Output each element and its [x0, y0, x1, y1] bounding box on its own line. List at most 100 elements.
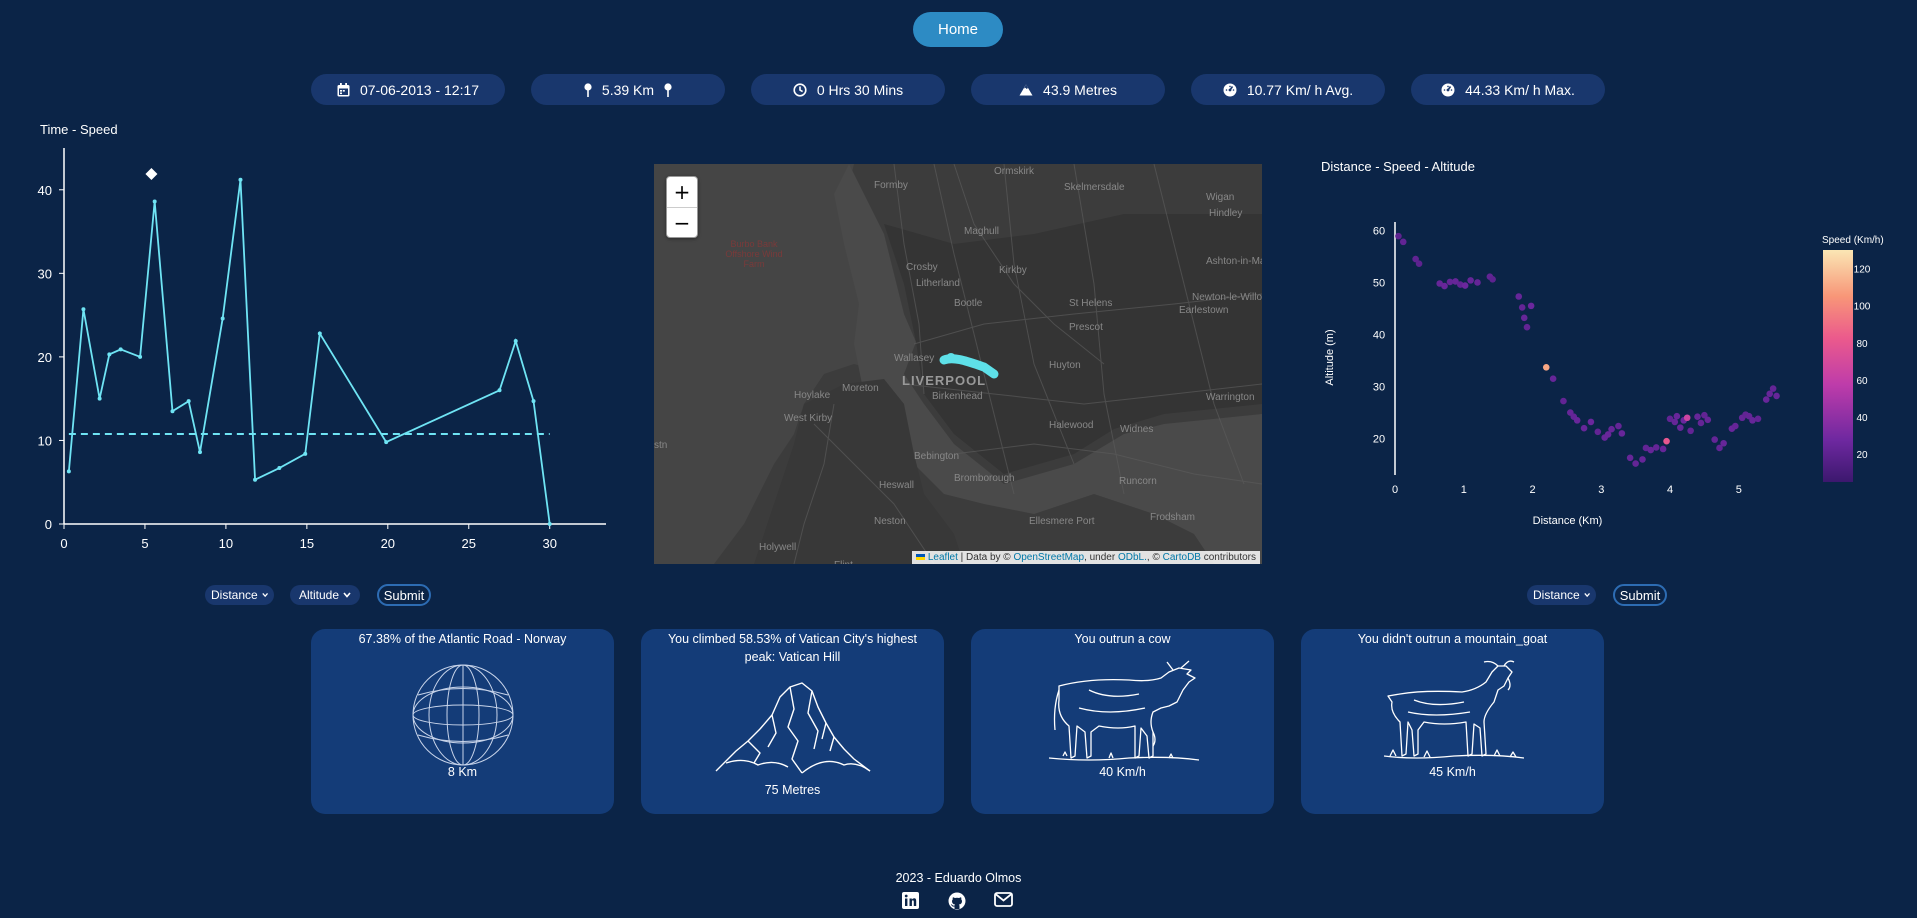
scatter-point	[1762, 396, 1770, 403]
scatter-point	[1652, 444, 1660, 451]
map-place-label: St Helens	[1069, 298, 1113, 309]
scatter-point	[1395, 232, 1402, 240]
github-link[interactable]	[948, 892, 966, 910]
chevron-down-icon	[261, 593, 268, 598]
avg-speed-value: 10.77 Km/ h Avg.	[1246, 81, 1354, 98]
scatter-point	[1608, 425, 1615, 433]
left-submit-button[interactable]: Submit	[377, 584, 431, 606]
linkedin-link[interactable]	[902, 892, 919, 909]
x-tick-label: 15	[300, 536, 314, 551]
zoom-control: + −	[666, 176, 698, 238]
x-tick-label: 3	[1598, 484, 1604, 496]
gauge-icon	[1441, 83, 1455, 96]
map-place-label: stn	[654, 440, 668, 451]
map-place-label: Bebington	[914, 451, 960, 462]
map-place-label: Birkenhead	[932, 391, 983, 402]
speed-line	[67, 179, 551, 525]
speed-point	[531, 399, 536, 404]
footer-text: 2023 - Eduardo Olmos	[895, 871, 1022, 885]
gauge-icon	[1223, 83, 1237, 96]
scatter-point	[1523, 323, 1531, 331]
route-map[interactable]: Ormskirk Formby Skelmersdale Wigan Hindley Ma…	[654, 164, 1262, 564]
map-place-label: Ellesmere Port	[1029, 516, 1095, 527]
attrib-sep: , ©	[1146, 552, 1160, 563]
scatter-point	[1489, 276, 1496, 283]
home-button[interactable]: Home	[913, 12, 1003, 47]
openstreetmap-link[interactable]: OpenStreetMap	[1013, 552, 1084, 563]
card-value: 8 Km	[447, 765, 478, 779]
map-place-label: Holywell	[759, 542, 797, 553]
colorbar	[1823, 250, 1853, 482]
y-axis-select[interactable]: Altitude	[290, 585, 360, 605]
scatter-select[interactable]: Distance	[1527, 585, 1596, 605]
scatter-point	[1515, 293, 1523, 300]
chevron-down-icon	[1583, 593, 1590, 598]
attrib-data-by: | Data by ©	[960, 552, 1011, 563]
speed-point	[513, 339, 518, 344]
speed-point	[220, 316, 225, 321]
map-place-label: Kirkby	[999, 265, 1027, 276]
duration-stat: 0 Hrs 30 Mins	[751, 74, 945, 105]
github-icon	[948, 892, 966, 910]
card-value: 45 Km/h	[1429, 765, 1476, 779]
x-tick-label: 0	[1392, 484, 1398, 496]
attrib-under: , under	[1084, 552, 1116, 563]
cartodb-link[interactable]: CartoDB	[1163, 552, 1201, 563]
y-tick-label: 0	[45, 517, 52, 532]
scatter-point	[1474, 279, 1481, 286]
y-axis-label: Altitude (m)	[1324, 329, 1336, 385]
cow-illustration-icon	[1049, 660, 1199, 761]
map-place-label: Burbo Bank Offshore Wind Farm	[725, 239, 783, 269]
speed-point	[186, 399, 191, 404]
speed-point	[238, 177, 243, 182]
scatter-point	[1694, 413, 1701, 421]
elevation-stat: 43.9 Metres	[971, 74, 1165, 105]
scatter-point	[1415, 260, 1423, 268]
map-place-label: Ormskirk	[994, 166, 1034, 177]
colorbar-tick-label: 20	[1856, 450, 1868, 461]
scatter-point	[1542, 363, 1550, 371]
map-place-label: Bromborough	[954, 473, 1015, 484]
scatter-point	[1673, 412, 1681, 420]
zoom-in-button[interactable]: +	[667, 177, 697, 208]
zoom-out-button[interactable]: −	[667, 208, 697, 238]
time-speed-chart-title: Time - Speed	[40, 122, 118, 137]
colorbar-tick-label: 120	[1854, 265, 1871, 276]
map-place-label: Crosby	[906, 262, 938, 273]
scatter-point	[1677, 424, 1684, 431]
avg-speed-stat: 10.77 Km/ h Avg.	[1191, 74, 1385, 105]
card-title: 67.38% of the Atlantic Road - Norway	[358, 632, 567, 646]
x-tick-label: 10	[219, 536, 233, 551]
comparison-card-cow: You outrun a cow 40 Km/h	[971, 629, 1274, 814]
scatter-point	[1687, 427, 1694, 435]
scatter-select-label: Distance	[1533, 588, 1580, 602]
x-axis-select[interactable]: Distance	[205, 585, 274, 605]
map-place-label: Hoylake	[794, 390, 831, 401]
scatter-point	[1769, 385, 1777, 392]
speed-point	[198, 450, 202, 455]
scatter-point	[1720, 439, 1727, 447]
pin-icon	[584, 82, 592, 97]
scatter-point	[1618, 430, 1626, 437]
scatter-point	[1467, 277, 1474, 284]
scatter-point	[1520, 314, 1528, 322]
mail-link[interactable]	[994, 892, 1013, 907]
ukraine-flag-icon	[916, 554, 926, 561]
diamond-marker-icon	[145, 168, 158, 180]
map-place-label: Ashton-in-Makerfield	[1206, 256, 1262, 267]
map-place-label: Earlestown	[1179, 305, 1229, 316]
scatter-point	[1527, 302, 1535, 310]
scatter-point	[1615, 422, 1622, 430]
x-tick-label: 1	[1461, 484, 1467, 496]
odbl-link[interactable]: ODbL.	[1118, 552, 1147, 563]
date-stat: 07-06-2013 - 12:17	[311, 74, 505, 105]
speed-point	[497, 388, 502, 393]
clock-icon	[793, 82, 807, 97]
scatter-point	[1626, 454, 1634, 462]
right-submit-button[interactable]: Submit	[1613, 584, 1667, 606]
map-place-label: Prescot	[1069, 322, 1103, 333]
leaflet-link[interactable]: Leaflet	[928, 552, 958, 563]
card-title: You didn't outrun a mountain_goat	[1357, 632, 1548, 646]
speed-point	[152, 199, 157, 204]
scatter-point	[1560, 397, 1567, 405]
